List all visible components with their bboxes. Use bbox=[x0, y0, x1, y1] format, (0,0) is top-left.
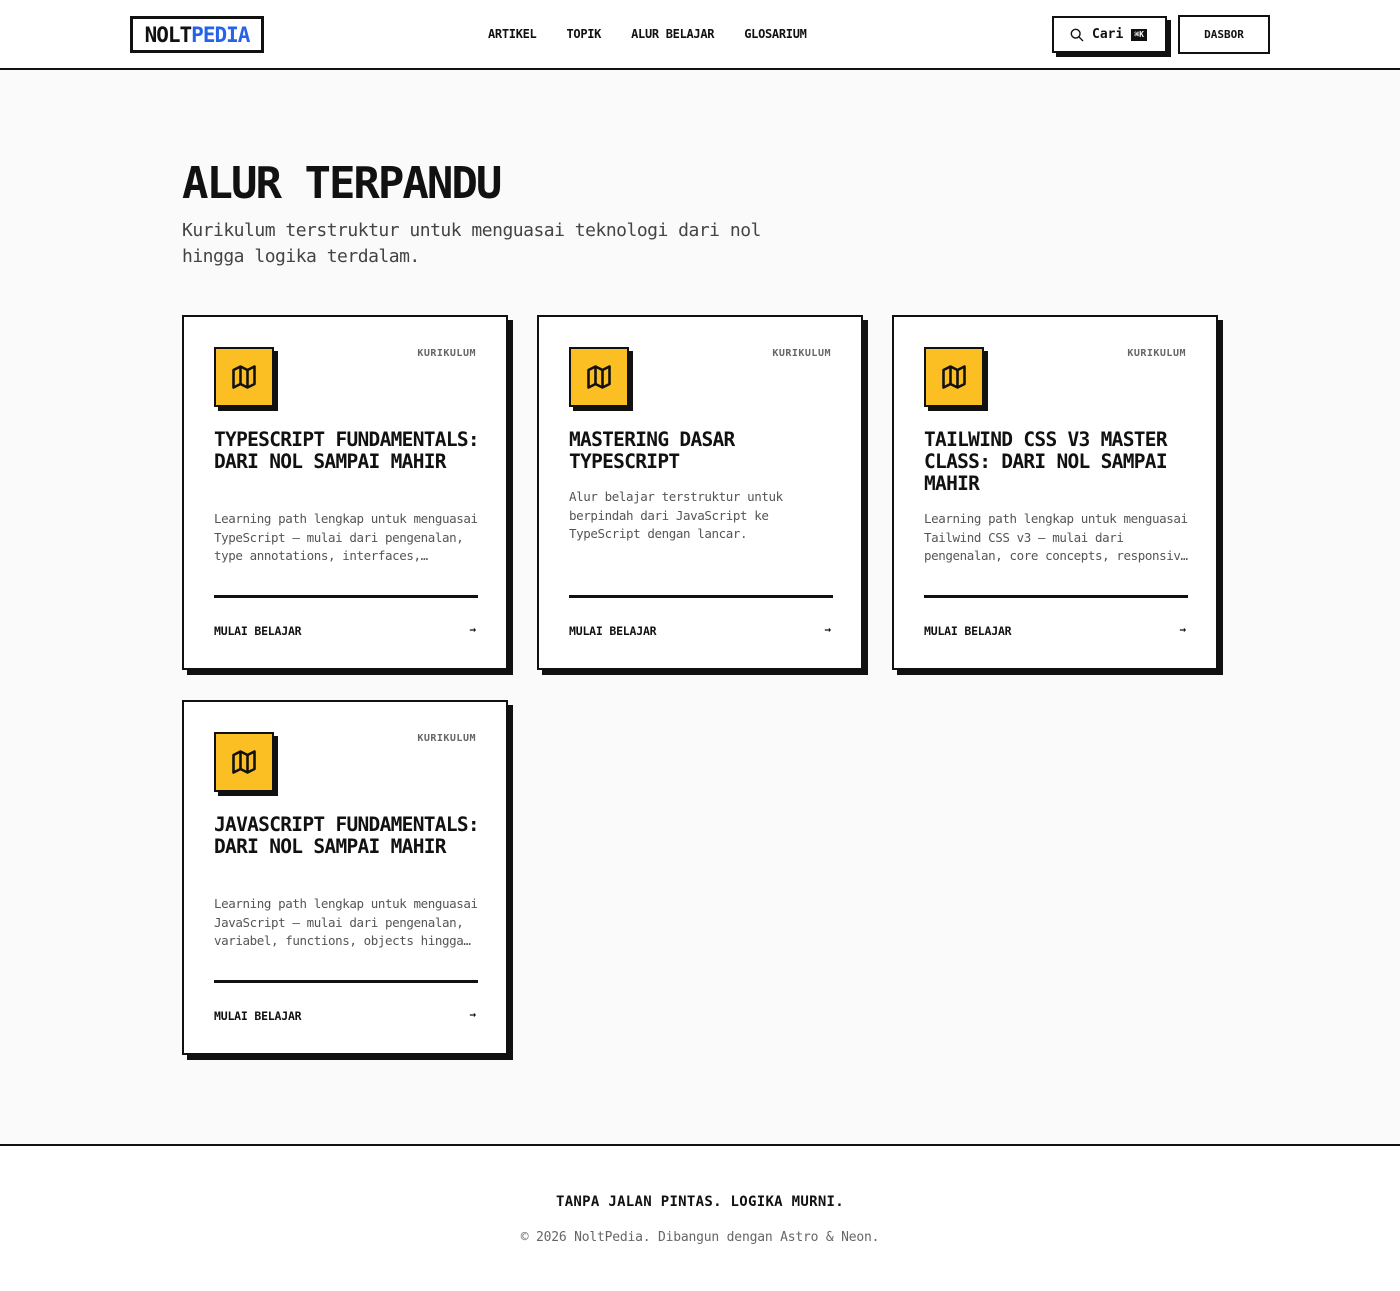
card-badge: KURIKULUM bbox=[417, 348, 476, 359]
logo-text-pedia: PEDIA bbox=[191, 22, 250, 47]
card-icon-box bbox=[214, 347, 274, 407]
card-title: TYPESCRIPT FUNDAMENTALS: DARI NOL SAMPAI… bbox=[214, 428, 480, 473]
page-subtitle: Kurikulum terstruktur untuk menguasai te… bbox=[182, 220, 761, 267]
card-badge: KURIKULUM bbox=[1127, 348, 1186, 359]
card-badge: KURIKULUM bbox=[772, 348, 831, 359]
learning-path-card[interactable]: KURIKULUM TAILWIND CSS V3 MASTER CLASS: … bbox=[892, 315, 1218, 670]
main-nav: ARTIKEL TOPIK ALUR BELAJAR GLOSARIUM bbox=[488, 26, 837, 42]
footer-tagline: TANPA JALAN PINTAS. LOGIKA MURNI. bbox=[555, 1194, 845, 1210]
page-title: ALUR TERPANDU bbox=[182, 158, 502, 209]
card-description: Learning path lengkap untuk menguasai Ja… bbox=[214, 896, 478, 948]
card-title: JAVASCRIPT FUNDAMENTALS: DARI NOL SAMPAI… bbox=[214, 813, 480, 858]
search-icon bbox=[1070, 28, 1084, 41]
nav-link-alur-belajar[interactable]: ALUR BELAJAR bbox=[631, 26, 714, 42]
card-cta[interactable]: MULAI BELAJAR bbox=[924, 624, 1012, 638]
nav-link-artikel[interactable]: ARTIKEL bbox=[488, 26, 537, 42]
arrow-right-icon: → bbox=[469, 623, 476, 636]
site-header: NOLT PEDIA ARTIKEL TOPIK ALUR BELAJAR GLO… bbox=[0, 0, 1400, 70]
card-icon-box bbox=[924, 347, 984, 407]
card-divider bbox=[924, 595, 1188, 598]
search-label: Cari bbox=[1092, 27, 1124, 42]
card-title: TAILWIND CSS V3 MASTER CLASS: DARI NOL S… bbox=[924, 428, 1168, 495]
map-icon bbox=[587, 365, 611, 389]
card-description: Alur belajar terstruktur untuk berpindah… bbox=[569, 489, 783, 541]
card-cta[interactable]: MULAI BELAJAR bbox=[214, 1009, 302, 1023]
card-divider bbox=[214, 980, 478, 983]
card-description: Learning path lengkap untuk menguasai Ta… bbox=[924, 511, 1188, 563]
site-logo[interactable]: NOLT PEDIA bbox=[130, 16, 264, 53]
arrow-right-icon: → bbox=[1179, 623, 1186, 636]
card-title: MASTERING DASAR TYPESCRIPT bbox=[569, 428, 735, 473]
arrow-right-icon: → bbox=[824, 623, 831, 636]
card-divider bbox=[214, 595, 478, 598]
card-badge: KURIKULUM bbox=[417, 733, 476, 744]
card-cta[interactable]: MULAI BELAJAR bbox=[569, 624, 657, 638]
logo-text-nolt: NOLT bbox=[144, 22, 193, 47]
map-icon bbox=[232, 365, 256, 389]
learning-path-card[interactable]: KURIKULUM JAVASCRIPT FUNDAMENTALS: DARI … bbox=[182, 700, 508, 1055]
card-description: Learning path lengkap untuk menguasai Ty… bbox=[214, 511, 478, 563]
nav-link-glosarium[interactable]: GLOSARIUM bbox=[744, 26, 807, 42]
learning-path-card[interactable]: KURIKULUM TYPESCRIPT FUNDAMENTALS: DARI … bbox=[182, 315, 508, 670]
dashboard-button[interactable]: DASBOR bbox=[1178, 15, 1270, 54]
footer-copyright: © 2026 NoltPedia. Dibangun dengan Astro … bbox=[520, 1230, 880, 1245]
card-icon-box bbox=[569, 347, 629, 407]
search-button[interactable]: Cari ⌘K bbox=[1052, 16, 1167, 53]
map-icon bbox=[942, 365, 966, 389]
card-divider bbox=[569, 595, 833, 598]
card-icon-box bbox=[214, 732, 274, 792]
arrow-right-icon: → bbox=[469, 1008, 476, 1021]
site-footer: TANPA JALAN PINTAS. LOGIKA MURNI. © 2026… bbox=[0, 1144, 1400, 1291]
search-shortcut-badge: ⌘K bbox=[1131, 28, 1147, 41]
map-icon bbox=[232, 750, 256, 774]
nav-link-topik[interactable]: TOPIK bbox=[566, 26, 601, 42]
card-cta[interactable]: MULAI BELAJAR bbox=[214, 624, 302, 638]
learning-path-card[interactable]: KURIKULUM MASTERING DASAR TYPESCRIPT Alu… bbox=[537, 315, 863, 670]
